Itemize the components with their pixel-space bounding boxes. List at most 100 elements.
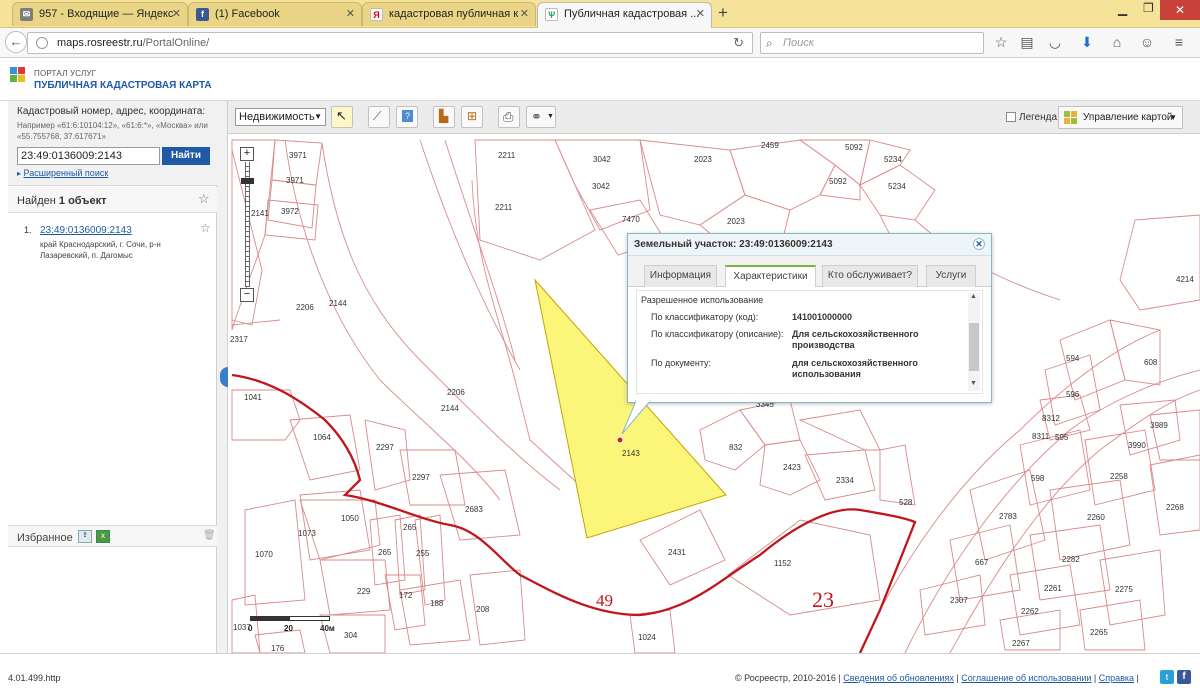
browser-tab-mail[interactable]: ✉ 957 - Входящие — Яндекс ✕: [12, 2, 188, 26]
tab-information[interactable]: Информация: [644, 265, 717, 287]
parcel-label: 208: [476, 605, 490, 614]
chevron-down-icon: ▼: [1169, 113, 1177, 122]
zoom-slider-handle[interactable]: [241, 178, 254, 184]
chat-icon[interactable]: ☺: [1138, 31, 1156, 53]
twitter-icon[interactable]: t: [1160, 670, 1174, 684]
print-button[interactable]: ⎙: [498, 106, 520, 128]
minimize-icon[interactable]: ▁: [1118, 2, 1127, 16]
reload-icon[interactable]: ↻: [733, 33, 744, 53]
identify-tool-button[interactable]: ↖: [331, 106, 353, 128]
close-icon[interactable]: ✕: [973, 238, 985, 250]
clipboard-icon[interactable]: ▤: [1018, 31, 1036, 53]
portal-header: ПОРТАЛ УСЛУГ ПУБЛИЧНАЯ КАДАСТРОВАЯ КАРТА: [0, 59, 1200, 101]
export-icon[interactable]: ⇪: [78, 530, 92, 543]
star-icon[interactable]: ☆: [198, 191, 210, 207]
area-tool-button[interactable]: ⊞: [461, 106, 483, 128]
home-icon[interactable]: ⌂: [1108, 31, 1126, 53]
download-icon[interactable]: ⬇: [1078, 31, 1096, 53]
find-button[interactable]: Найти: [162, 147, 210, 165]
legend-label: Легенда: [1019, 112, 1058, 123]
parcel-label: 5092: [829, 177, 847, 186]
new-tab-icon[interactable]: +: [718, 3, 728, 23]
scale-label-0: 0: [248, 624, 253, 633]
parcel-label: 229: [357, 587, 371, 596]
tab-services[interactable]: Услуги: [926, 265, 976, 287]
advanced-search-label: Расширенный поиск: [23, 168, 109, 178]
measure-tool-button[interactable]: ⟋: [368, 106, 390, 128]
parcel-label: 2265: [1090, 628, 1108, 637]
excel-icon[interactable]: x: [96, 530, 110, 543]
pocket-icon[interactable]: ◡: [1046, 31, 1064, 53]
close-icon[interactable]: ✕: [520, 3, 529, 25]
tab-label: кадастровая публичная к: [389, 8, 519, 20]
version-text: 4.01.499.http: [8, 673, 61, 683]
manage-map-label: Управление картой: [1083, 112, 1173, 123]
popup-scrollbar[interactable]: ▲ ▼: [968, 293, 980, 391]
browser-tab-rosreestr[interactable]: Ѱ Публичная кадастровая ... ✕: [537, 2, 712, 29]
scroll-up-icon[interactable]: ▲: [970, 293, 977, 300]
results-header: Найден 1 объект ☆: [8, 187, 217, 213]
scale-bar: [250, 616, 330, 621]
parcel-label: 304: [344, 631, 358, 640]
manage-map-button[interactable]: Управление картой ▼: [1058, 106, 1183, 129]
copyright-text: © Росреестр, 2010-2016: [735, 673, 836, 683]
url-bar[interactable]: maps.rosreestr.ru/PortalOnline/ ↻: [27, 32, 753, 54]
parcel-label: 2431: [668, 548, 686, 557]
row-label-document: По документу:: [651, 358, 712, 368]
chart-tool-button[interactable]: ▙: [433, 106, 455, 128]
browser-tab-yandex[interactable]: Я кадастровая публичная к ✕: [362, 2, 536, 26]
scroll-thumb[interactable]: [969, 323, 979, 371]
zoom-in-button[interactable]: +: [240, 147, 254, 161]
result-number: 1.: [24, 225, 32, 235]
portal-title[interactable]: ПУБЛИЧНАЯ КАДАСТРОВАЯ КАРТА: [34, 80, 212, 91]
result-cadnum: 23:49:0136009:2143: [40, 225, 132, 236]
cadastral-search-input[interactable]: 23:49:0136009:2143: [17, 147, 160, 165]
maximize-icon[interactable]: ❐: [1143, 1, 1154, 15]
advanced-search-link[interactable]: ▸ Расширенный поиск: [17, 168, 108, 178]
tab-characteristics[interactable]: Характеристики: [725, 265, 816, 287]
link-button[interactable]: ⚭ ▼: [526, 106, 556, 128]
search-section: Кадастровый номер, адрес, координата: На…: [8, 101, 217, 186]
parcel-label: 2334: [836, 476, 854, 485]
results-count: Найден 1 объект: [17, 195, 106, 207]
menu-icon[interactable]: ≡: [1170, 31, 1188, 53]
browser-search-input[interactable]: ⌕ Поиск: [760, 32, 984, 54]
bookmark-star-icon[interactable]: ☆: [992, 31, 1010, 53]
window-close-icon[interactable]: ✕: [1160, 0, 1200, 20]
facebook-icon: f: [196, 8, 209, 21]
star-icon[interactable]: ☆: [200, 221, 211, 235]
popup-pointer: [621, 400, 652, 435]
parcel-label: 2144: [329, 299, 347, 308]
zoom-out-button[interactable]: −: [240, 288, 254, 302]
legend-checkbox[interactable]: [1006, 112, 1016, 122]
info-tool-button[interactable]: ?: [396, 106, 418, 128]
result-item[interactable]: 1. 23:49:0136009:2143 край Краснодарский…: [8, 219, 217, 279]
close-icon[interactable]: ✕: [346, 3, 355, 25]
parcel-label: 2211: [495, 203, 513, 212]
parcel-label: 188: [430, 599, 444, 608]
parcel-label: 2211: [498, 151, 516, 160]
agreement-link[interactable]: Соглашение об использовании: [961, 673, 1091, 683]
browser-tab-facebook[interactable]: f (1) Facebook ✕: [188, 2, 362, 26]
parcel-label: 7470: [622, 215, 640, 224]
updates-link[interactable]: Сведения об обновлениях: [843, 673, 954, 683]
facebook-icon[interactable]: f: [1177, 670, 1191, 684]
help-link[interactable]: Справка: [1099, 673, 1134, 683]
close-icon[interactable]: ✕: [696, 3, 705, 25]
chevron-down-icon: ▼: [547, 113, 554, 120]
found-prefix: Найден: [17, 195, 56, 207]
scroll-down-icon[interactable]: ▼: [970, 380, 977, 387]
parcel-label: 2423: [783, 463, 801, 472]
collapse-panel-icon[interactable]: [220, 367, 228, 387]
layer-select[interactable]: Недвижимость ▼: [235, 108, 326, 126]
found-count: 1 объект: [58, 195, 107, 207]
yandex-icon: Я: [370, 8, 383, 21]
back-icon[interactable]: ←: [5, 31, 27, 53]
location-marker-icon[interactable]: [616, 436, 624, 444]
popup-content: Разрешенное использование По классификат…: [636, 290, 983, 394]
result-cadnum-link[interactable]: 23:49:0136009:2143: [40, 225, 132, 236]
trash-icon[interactable]: 🗑: [203, 530, 216, 541]
row-value-document: для сельскохозяйственного использования: [792, 358, 918, 379]
close-icon[interactable]: ✕: [172, 3, 181, 25]
tab-who-serves[interactable]: Кто обслуживает?: [822, 265, 918, 287]
